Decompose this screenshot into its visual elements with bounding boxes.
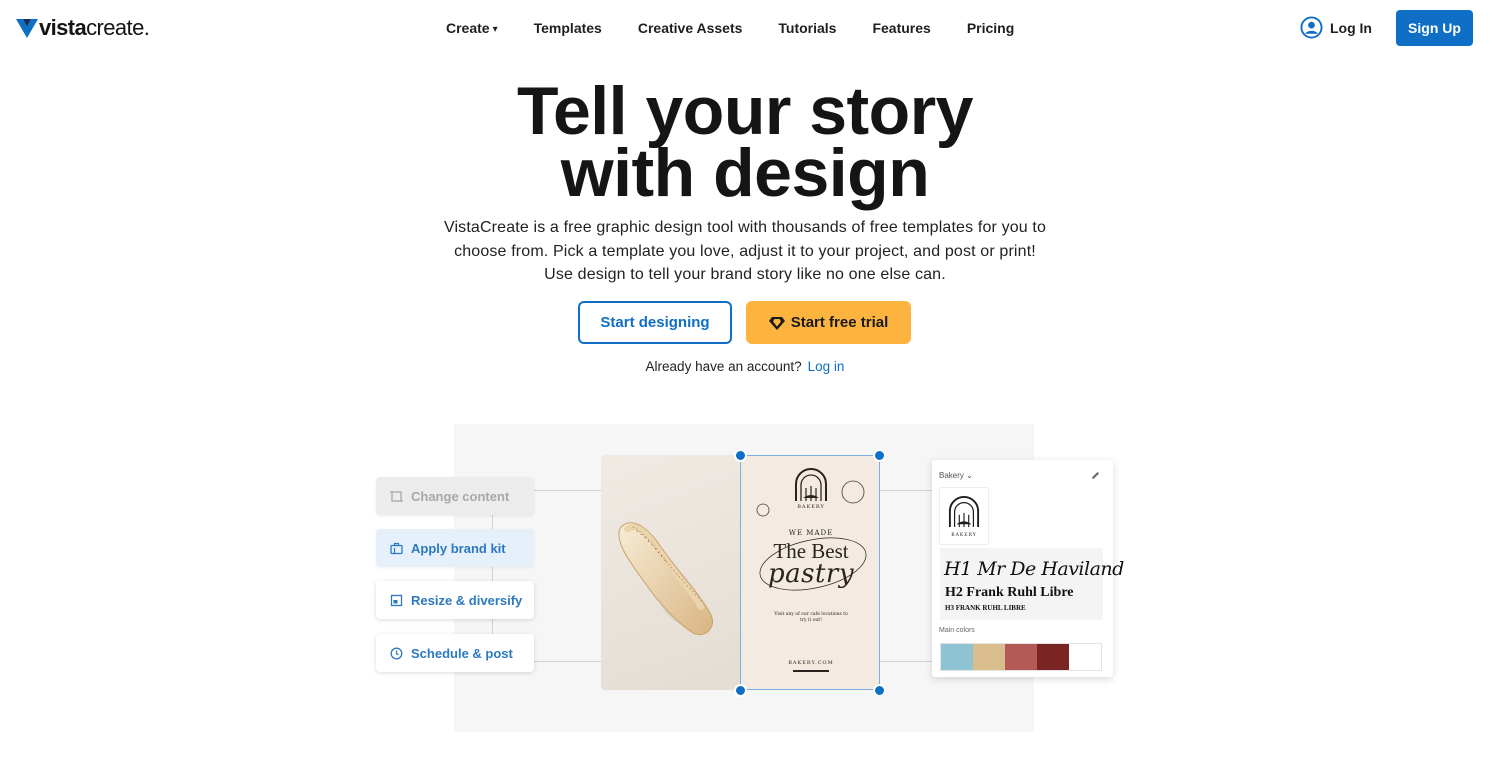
hero-title: Tell your story with design <box>0 73 1490 211</box>
connector-line <box>534 661 601 662</box>
resize-handle-bottom-left[interactable] <box>734 684 747 697</box>
start-designing-button[interactable]: Start designing <box>578 301 732 344</box>
main-colors-label: Main colors <box>939 627 975 634</box>
poster-underline <box>793 670 829 672</box>
brand-logo-text: BAKERY <box>951 533 977 538</box>
nav-templates[interactable]: Templates <box>534 20 602 36</box>
nav-links: Create ▾ Templates Creative Assets Tutori… <box>446 20 1050 36</box>
font-sample-h1: H1 Mr De Haviland <box>944 558 1124 580</box>
poster-script: pastry <box>767 559 855 589</box>
poster-website: BAKERY.COM <box>788 660 834 666</box>
logo-dot: . <box>143 15 150 40</box>
hero-title-line-1: Tell your story <box>516 73 974 149</box>
color-swatch[interactable] <box>1005 644 1037 670</box>
feature-apply-brand-kit[interactable]: Apply brand kit <box>376 529 534 567</box>
resize-handle-top-left[interactable] <box>734 449 747 462</box>
hero-description: VistaCreate is a free graphic design too… <box>443 219 1047 283</box>
chevron-down-icon: ▾ <box>492 24 498 35</box>
feature-schedule-post[interactable]: Schedule & post <box>376 634 534 672</box>
connector-line <box>534 490 601 491</box>
nav-pricing[interactable]: Pricing <box>967 20 1014 36</box>
decorative-circles <box>756 480 865 517</box>
resize-handle-top-right[interactable] <box>873 449 886 462</box>
feature-change-content[interactable]: Change content <box>376 477 534 515</box>
brand-kit-dropdown[interactable]: Bakery ⌄ <box>939 471 973 480</box>
poster-visit-text: Visit any of our cafe locations to try i… <box>774 612 848 623</box>
vistacreate-logo-icon <box>16 19 38 38</box>
brand-fonts-preview: H1 Mr De Haviland H2 Frank Ruhl Libre H3… <box>940 548 1124 620</box>
crop-icon <box>390 490 403 502</box>
clock-icon <box>390 647 403 659</box>
eclair-image <box>618 522 713 635</box>
pencil-icon[interactable] <box>1091 471 1100 480</box>
pastry-photo <box>601 455 741 690</box>
top-navigation: vistacreate. Create ▾ Templates Creative … <box>0 0 1500 56</box>
start-free-trial-label: Start free trial <box>790 314 889 331</box>
account-login-link[interactable]: Log in <box>808 359 845 374</box>
color-swatch[interactable] <box>941 644 973 670</box>
vistacreate-logo[interactable]: vistacreate. <box>16 15 150 41</box>
diamond-icon <box>768 316 785 330</box>
nav-features[interactable]: Features <box>872 20 930 36</box>
font-sample-h2: H2 Frank Ruhl Libre <box>945 585 1074 600</box>
user-icon <box>1300 16 1323 39</box>
color-swatch[interactable] <box>973 644 1005 670</box>
nav-create[interactable]: Create ▾ <box>446 20 498 36</box>
bakery-logo-icon <box>948 496 980 528</box>
signup-button[interactable]: Sign Up <box>1396 10 1473 46</box>
brand-logo-thumbnail: BAKERY <box>940 488 988 544</box>
logo-wordmark: vistacreate <box>39 15 144 40</box>
connector-line <box>880 490 932 491</box>
color-swatches <box>941 644 1101 670</box>
account-prompt-text: Already have an account? <box>645 359 802 374</box>
font-sample-h3: H3 FRANK RUHL LIBRE <box>945 604 1026 612</box>
start-free-trial-button[interactable]: Start free trial <box>746 301 911 344</box>
briefcase-icon <box>390 542 403 554</box>
account-prompt-line: Already have an account? Log in <box>0 359 1490 374</box>
connector-line <box>880 661 932 662</box>
color-swatch[interactable] <box>1037 644 1069 670</box>
bakery-poster-canvas[interactable]: BAKERY WE MADE The Best pastry Visit any… <box>740 455 880 690</box>
nav-creative-assets[interactable]: Creative Assets <box>638 20 743 36</box>
login-label: Log In <box>1330 19 1372 36</box>
brand-kit-card: Bakery ⌄ BAKERY H1 Mr De Haviland H2 Fra… <box>932 460 1124 677</box>
chevron-down-icon: ⌄ <box>966 471 973 480</box>
hero-title-line-2: with design <box>560 135 930 211</box>
feature-resize-diversify[interactable]: Resize & diversify <box>376 581 534 619</box>
resize-icon <box>390 594 403 606</box>
nav-tutorials[interactable]: Tutorials <box>778 20 836 36</box>
login-button[interactable]: Log In <box>1300 16 1372 39</box>
color-swatch[interactable] <box>1069 644 1101 670</box>
resize-handle-bottom-right[interactable] <box>873 684 886 697</box>
